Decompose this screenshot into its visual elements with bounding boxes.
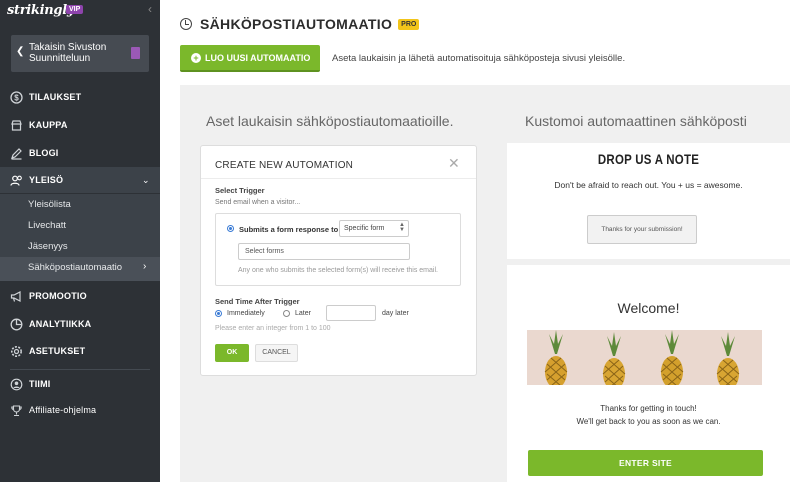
select-forms-input[interactable]: Select forms bbox=[238, 243, 410, 260]
updown-arrows-icon: ▲ ▼ bbox=[399, 222, 405, 233]
sidebar-item-label: ANALYTIIKKA bbox=[29, 319, 92, 329]
sidebar-item-analytiikka[interactable]: ANALYTIIKKA bbox=[0, 311, 160, 337]
pro-badge: PRO bbox=[398, 18, 420, 30]
trophy-icon bbox=[10, 404, 23, 417]
dialog-divider bbox=[201, 178, 476, 179]
store-icon bbox=[10, 119, 23, 132]
sidebar-item-label: TILAUKSET bbox=[29, 92, 82, 102]
create-automation-dialog: CREATE NEW AUTOMATION ✕ Select Trigger S… bbox=[200, 145, 477, 376]
send-when-text: Send email when a visitor... bbox=[215, 199, 301, 206]
page-header: SÄHKÖPOSTIAUTOMAATIO PRO bbox=[180, 16, 420, 32]
sidebar-subitem-sahkopostiautomaatio[interactable]: Sähköpostiautomaatio › bbox=[0, 257, 160, 281]
sidebar-item-yleiso[interactable]: YLEISÖ ⌄ bbox=[0, 167, 160, 193]
users-icon bbox=[10, 174, 23, 187]
sidebar: strikingly VIP ‹ ❮ Takaisin Sivuston Suu… bbox=[0, 0, 160, 482]
sidebar-item-label: PROMOOTIO bbox=[29, 291, 87, 301]
sidebar-item-affiliate[interactable]: Affiliate-ohjelma bbox=[0, 397, 160, 423]
back-to-editor-label: Takaisin Sivuston Suunnitteluun bbox=[29, 42, 107, 64]
intro-text: Aseta laukaisin ja lähetä automatisoituj… bbox=[332, 53, 626, 64]
sidebar-subitem-livechatt[interactable]: Livechatt bbox=[0, 215, 160, 236]
drop-us-a-note-title: DROP US A NOTE bbox=[597, 151, 700, 167]
collapse-sidebar-icon[interactable]: ‹ bbox=[148, 2, 152, 16]
pen-icon bbox=[10, 147, 23, 160]
trigger-options: Submits a form response to Specific form… bbox=[215, 213, 461, 286]
sidebar-divider bbox=[10, 369, 150, 370]
create-automation-label: LUO UUSI AUTOMAATIO bbox=[205, 52, 311, 63]
immediately-label: Immediately bbox=[227, 310, 265, 317]
sidebar-item-label: KAUPPA bbox=[29, 120, 68, 130]
customize-heading: Kustomoi automaattinen sähköposti bbox=[525, 113, 747, 129]
megaphone-icon bbox=[10, 290, 23, 303]
integer-hint: Please enter an integer from 1 to 100 bbox=[215, 325, 331, 332]
trigger-heading: Aset laukaisin sähköpostiautomaatioille. bbox=[206, 113, 454, 129]
form-response-label: Submits a form response to bbox=[239, 225, 339, 234]
logo-row: strikingly VIP ‹ bbox=[0, 0, 160, 22]
sidebar-item-blogi[interactable]: BLOGI bbox=[0, 140, 160, 166]
enter-site-button[interactable]: ENTER SITE bbox=[528, 450, 763, 476]
sidebar-item-label: YLEISÖ bbox=[29, 175, 64, 185]
sidebar-item-tilaukset[interactable]: $ TILAUKSET bbox=[0, 84, 160, 110]
team-icon bbox=[10, 378, 23, 391]
form-type-select[interactable]: Specific form ▲ ▼ bbox=[339, 220, 409, 237]
immediately-radio[interactable] bbox=[215, 310, 222, 317]
back-to-editor-button[interactable]: ❮ Takaisin Sivuston Suunnitteluun bbox=[11, 35, 149, 72]
sidebar-subitem-yleisolista[interactable]: Yleisölista bbox=[0, 194, 160, 215]
welcome-email-preview: Welcome! Thanks for getting in touch! We… bbox=[507, 265, 790, 482]
sidebar-item-kauppa[interactable]: KAUPPA bbox=[0, 112, 160, 138]
contact-email-preview: DROP US A NOTE Don't be afraid to reach … bbox=[507, 143, 790, 259]
preview-panel: Aset laukaisin sähköpostiautomaatioille.… bbox=[180, 85, 790, 482]
dollar-circle-icon: $ bbox=[10, 90, 23, 104]
sidebar-subitem-label: Livechatt bbox=[28, 220, 67, 231]
svg-text:$: $ bbox=[14, 93, 19, 102]
strikingly-logo[interactable]: strikingly bbox=[7, 3, 74, 18]
page-title: SÄHKÖPOSTIAUTOMAATIO bbox=[200, 16, 393, 32]
gear-icon bbox=[10, 345, 23, 358]
welcome-line-2: We'll get back to you as soon as we can. bbox=[576, 417, 721, 426]
pie-chart-icon bbox=[10, 318, 23, 331]
sidebar-item-asetukset[interactable]: ASETUKSET bbox=[0, 338, 160, 364]
sidebar-subitem-jasenyys[interactable]: Jäsenyys bbox=[0, 236, 160, 257]
sidebar-item-tiimi[interactable]: TIIMI bbox=[0, 371, 160, 397]
sidebar-item-label: Affiliate-ohjelma bbox=[29, 405, 97, 415]
close-icon[interactable]: ✕ bbox=[448, 155, 460, 172]
ok-button[interactable]: OK bbox=[215, 344, 249, 362]
dialog-title: CREATE NEW AUTOMATION bbox=[215, 160, 354, 171]
chevron-down-icon: ⌄ bbox=[142, 174, 150, 185]
sidebar-subitem-label: Jäsenyys bbox=[28, 241, 68, 252]
plus-icon: + bbox=[191, 52, 201, 63]
form-type-value: Specific form bbox=[344, 225, 385, 232]
form-response-radio[interactable] bbox=[227, 225, 234, 232]
chevron-left-icon: ❮ bbox=[16, 46, 25, 57]
site-editor-icon bbox=[131, 47, 140, 59]
form-hint-text: Any one who submits the selected form(s)… bbox=[238, 267, 438, 274]
sidebar-item-promootio[interactable]: PROMOOTIO bbox=[0, 283, 160, 309]
clock-icon bbox=[180, 18, 192, 30]
vip-badge: VIP bbox=[66, 5, 84, 14]
main-content: SÄHKÖPOSTIAUTOMAATIO PRO + LUO UUSI AUTO… bbox=[160, 0, 790, 482]
later-label: Later bbox=[295, 310, 311, 317]
sidebar-subitem-label: Sähköpostiautomaatio bbox=[28, 262, 123, 273]
sidebar-item-label: TIIMI bbox=[29, 379, 51, 389]
days-input[interactable] bbox=[326, 305, 376, 321]
pineapple-graphic bbox=[544, 330, 740, 385]
welcome-title: Welcome! bbox=[617, 300, 680, 316]
drop-us-a-note-subtitle: Don't be afraid to reach out. You + us =… bbox=[554, 180, 743, 190]
thanks-submission-button[interactable]: Thanks for your submission! bbox=[587, 215, 697, 244]
pineapples-image bbox=[527, 330, 762, 385]
cancel-button[interactable]: CANCEL bbox=[255, 344, 298, 362]
welcome-line-1: Thanks for getting in touch! bbox=[600, 404, 697, 413]
create-automation-button[interactable]: + LUO UUSI AUTOMAATIO bbox=[180, 45, 320, 72]
day-later-label: day later bbox=[382, 310, 409, 317]
sidebar-item-label: ASETUKSET bbox=[29, 346, 86, 356]
send-time-label: Send Time After Trigger bbox=[215, 297, 300, 306]
sidebar-subitem-label: Yleisölista bbox=[28, 199, 71, 210]
later-radio[interactable] bbox=[283, 310, 290, 317]
chevron-right-icon: › bbox=[143, 261, 147, 272]
sidebar-item-label: BLOGI bbox=[29, 148, 59, 158]
select-trigger-label: Select Trigger bbox=[215, 186, 265, 195]
